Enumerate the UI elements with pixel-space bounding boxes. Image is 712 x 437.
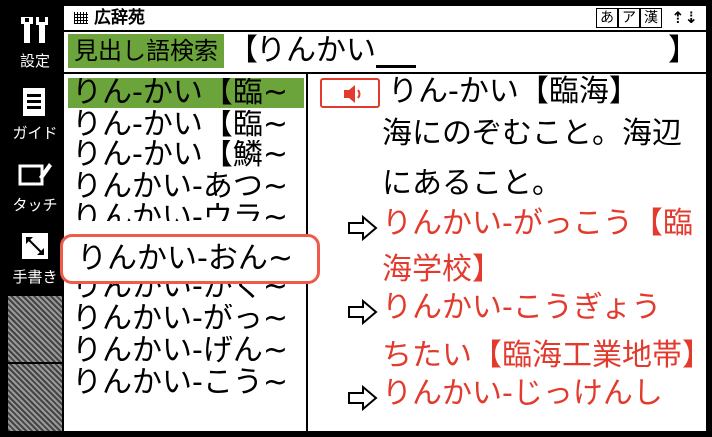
pronunciation-button[interactable] [320,78,380,108]
definition-text: 海にのぞむこと。海辺 [382,116,682,151]
ref-arrow-icon [348,384,378,412]
guide-label: ガイド [12,124,58,142]
handwriting-label: 手書き [12,268,58,286]
candidate-item[interactable]: りんかい-こう~ [72,368,304,398]
toolbar-empty-slot [8,296,62,362]
definition-pane: りん-かい【臨海】 海にのぞむこと。海辺 にあること。 りんかい-がっこう【臨 … [312,74,706,431]
definition-text: にあること。 [382,166,562,201]
cross-reference-link[interactable]: りんかい-じっけんし [382,376,663,412]
search-open-bracket: 【 [228,33,258,68]
screen-frame: 設定 ガイド タッチ 手書き 広辞苑 あ ア 漢 ⇡⇣ 見出し語検索 【 りんか… [6,6,706,431]
speaker-icon [344,85,361,103]
dictionary-title: 広辞苑 [94,8,145,28]
expand-icon [6,228,64,264]
candidate-item-selected[interactable]: りん-かい【臨~ [68,78,304,108]
candidate-item[interactable]: りん-かい【鱗~ [72,140,304,170]
katakana-mode-button[interactable]: ア [618,8,640,28]
cross-reference-link-cont[interactable]: 海学校】 [382,252,502,288]
dictionary-screen: 設定 ガイド タッチ 手書き 広辞苑 あ ア 漢 ⇡⇣ 見出し語検索 【 りんか… [0,0,712,437]
highlighted-candidate-popup[interactable]: りんかい-おん~ [60,234,320,284]
settings-label: 設定 [19,52,50,70]
touch-pen-icon [6,156,64,192]
kanji-mode-button[interactable]: 漢 [640,8,662,28]
ref-arrow-icon [348,298,378,326]
cross-reference-link-cont[interactable]: ちたい【臨海工業地帯】 [382,338,706,374]
side-toolbar: 設定 ガイド タッチ 手書き [6,6,64,431]
hiragana-mode-button[interactable]: あ [596,8,618,28]
scroll-updown-icon: ⇡⇣ [671,8,698,27]
handwriting-button[interactable]: 手書き [6,222,64,292]
cross-reference-link[interactable]: りんかい-がっこう【臨 [382,206,693,242]
touch-button[interactable]: タッチ [6,150,64,220]
text-cursor [376,65,416,68]
guide-button[interactable]: ガイド [6,78,64,148]
search-input[interactable]: 【 りんかい 】 [228,32,700,70]
candidate-item[interactable]: りんかい-ウラ~ [72,203,304,221]
candidate-item[interactable]: りんかい-げん~ [72,336,304,366]
candidate-item[interactable]: りんかい-がく~ [72,284,304,298]
search-query: りんかい [256,33,376,68]
search-close-bracket: 】 [668,33,698,68]
settings-button[interactable]: 設定 [6,6,64,76]
tools-icon [6,12,64,48]
candidate-item[interactable]: りんかい-あつ~ [72,172,304,202]
candidate-item[interactable]: りんかい-がっ~ [72,304,304,334]
ref-arrow-icon [348,214,378,242]
headword: りん-かい【臨海】 [388,74,639,109]
touch-label: タッチ [12,196,58,214]
title-bar: 広辞苑 あ ア 漢 ⇡⇣ [64,6,706,32]
toolbar-empty-slot [8,364,62,431]
book-grid-icon [74,12,88,24]
candidate-item[interactable]: りん-かい【臨~ [72,110,304,140]
document-icon [6,84,64,120]
cross-reference-link[interactable]: りんかい-こうぎょう [382,290,661,326]
search-mode-label: 見出し語検索 [68,34,224,68]
